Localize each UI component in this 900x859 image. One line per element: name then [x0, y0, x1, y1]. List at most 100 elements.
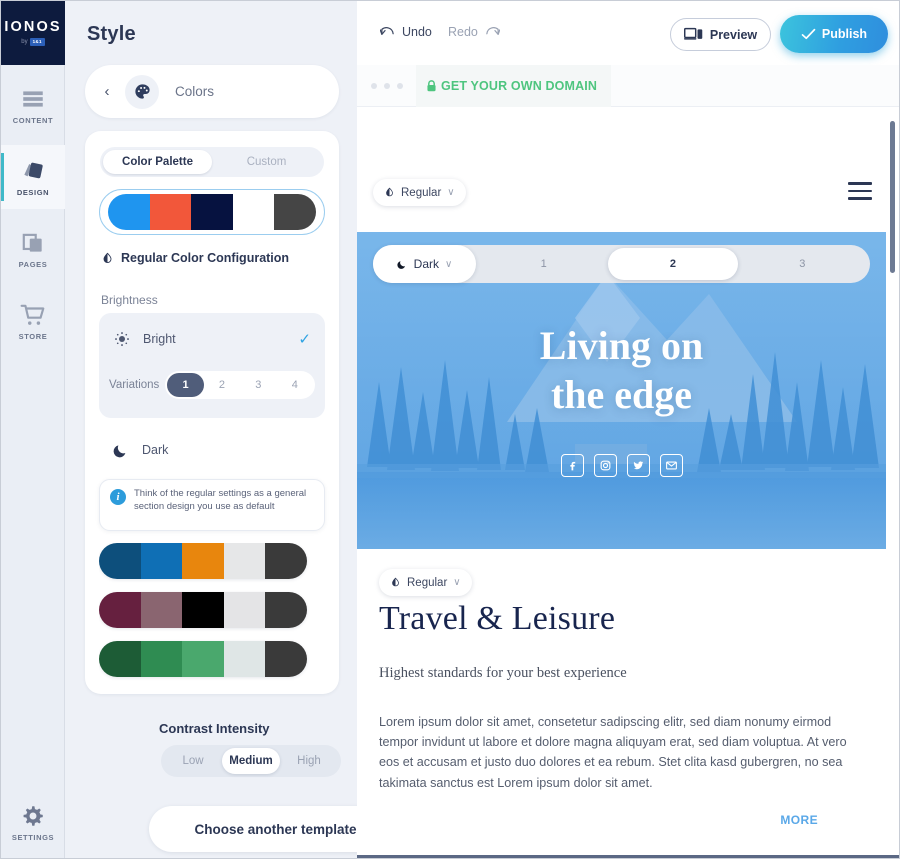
more-link[interactable]: MORE	[379, 813, 864, 827]
hero-variation-1[interactable]: 1	[479, 248, 608, 280]
swatch-4	[265, 592, 307, 628]
colors-card: Color Palette Custom Regular Color Confi…	[85, 131, 339, 694]
left-nav-rail: IONOS by 1&1 CONTENT DESIGN PAGES STORE …	[1, 1, 65, 858]
swatch-row	[108, 194, 316, 230]
nav-mode-label: Regular	[401, 186, 442, 199]
undo-button[interactable]: Undo	[380, 25, 432, 39]
sidebar-item-store[interactable]: STORE	[1, 289, 65, 353]
bottom-divider	[357, 855, 899, 858]
swatch-3	[232, 194, 275, 230]
section-subtitle: Highest standards for your best experien…	[379, 664, 627, 681]
check-icon: ✓	[298, 331, 311, 348]
cart-icon	[20, 304, 45, 325]
variation-option-1[interactable]: 1	[167, 373, 204, 397]
sidebar-item-settings[interactable]: SETTINGS	[1, 790, 65, 854]
variation-option-4[interactable]: 4	[277, 373, 313, 397]
tab-custom[interactable]: Custom	[212, 150, 321, 174]
chevron-down-icon: ∨	[453, 577, 461, 588]
swatch-0	[108, 194, 150, 230]
top-toolbar: Undo Redo Preview Publish	[357, 1, 899, 65]
palette-option-0[interactable]	[99, 543, 307, 579]
preview-button[interactable]: Preview	[670, 18, 771, 51]
chevron-down-icon: ∨	[447, 187, 455, 198]
contrast-intensity-label: Contrast Intensity	[159, 721, 270, 736]
swatch-0	[99, 592, 141, 628]
hamburger-icon[interactable]	[848, 182, 872, 200]
palette-option-2[interactable]	[99, 641, 307, 677]
check-icon	[801, 28, 816, 39]
site-canvas: Regular ∨ Dark ∨ 1 2 3 Living on the edg…	[357, 107, 899, 858]
swatch-1	[140, 543, 183, 579]
preview-scrollbar[interactable]	[890, 121, 895, 273]
hero-variation-tabs: 123	[476, 245, 870, 283]
sidebar-item-label: STORE	[18, 331, 48, 341]
moon-icon	[113, 444, 126, 457]
site-navbar: Regular ∨	[357, 107, 899, 232]
twitter-icon[interactable]	[626, 454, 650, 477]
bright-label: Bright	[143, 332, 176, 346]
sidebar-item-content[interactable]: CONTENT	[1, 73, 65, 137]
chevron-down-icon: ∨	[445, 258, 453, 270]
content-lines-icon	[23, 90, 43, 107]
swatch-4	[265, 543, 307, 579]
sidebar-item-pages[interactable]: PAGES	[1, 217, 65, 281]
pages-icon	[22, 233, 42, 252]
facebook-icon[interactable]	[560, 454, 584, 477]
swatch-3	[223, 641, 266, 677]
brightness-label: Brightness	[101, 293, 158, 307]
undo-label: Undo	[402, 25, 432, 39]
sidebar-item-label: SETTINGS	[11, 832, 55, 842]
contrast-option-medium[interactable]: Medium	[222, 748, 280, 774]
swatch-4	[274, 194, 316, 230]
swatch-2	[182, 543, 224, 579]
variations-pills: 1234	[165, 371, 315, 399]
variation-option-3[interactable]: 3	[240, 373, 276, 397]
get-domain-button[interactable]: GET YOUR OWN DOMAIN	[416, 65, 612, 107]
publish-button[interactable]: Publish	[780, 15, 888, 53]
ionos-logo[interactable]: IONOS by 1&1	[1, 1, 65, 65]
brightness-option-bright[interactable]: Bright ✓	[99, 313, 325, 365]
swatch-2	[182, 592, 224, 628]
variation-option-2[interactable]: 2	[204, 373, 240, 397]
instagram-icon[interactable]	[593, 454, 617, 477]
sidebar-item-label: PAGES	[18, 259, 48, 269]
redo-label: Redo	[448, 25, 478, 39]
swatch-3	[223, 543, 266, 579]
contrast-option-high[interactable]: High	[280, 748, 338, 774]
hero-title-line1: Living on	[539, 323, 704, 368]
page-title: Style	[87, 23, 136, 45]
hero-variation-2[interactable]: 2	[608, 248, 738, 280]
brightness-bright-block: Bright ✓ Variations 1234	[99, 313, 325, 418]
hero-variation-3[interactable]: 3	[738, 248, 867, 280]
logo-badge: 1&1	[29, 37, 45, 46]
gear-icon	[23, 805, 43, 826]
contrast-intensity-tabs: Low Medium High	[161, 745, 341, 777]
swatch-0	[99, 543, 141, 579]
section-body-text: Lorem ipsum dolor sit amet, consetetur s…	[379, 714, 847, 790]
undo-arrow-icon	[380, 26, 394, 35]
brightness-option-dark[interactable]: Dark	[99, 428, 325, 472]
nav-section-mode-pill[interactable]: Regular ∨	[373, 179, 466, 206]
content-section-mode-pill[interactable]: Regular ∨	[379, 569, 472, 596]
device-preview-icon	[683, 27, 703, 40]
variations-label: Variations	[109, 379, 160, 391]
hero-mode-pill[interactable]: Dark ∨	[373, 245, 476, 283]
contrast-option-low[interactable]: Low	[164, 748, 222, 774]
rail-bottom-group: SETTINGS	[1, 790, 65, 854]
browser-dots	[371, 82, 403, 89]
sun-icon	[115, 332, 129, 346]
active-palette-swatch[interactable]	[99, 189, 325, 235]
lock-icon	[427, 79, 436, 91]
palette-option-1[interactable]	[99, 592, 307, 628]
email-icon[interactable]	[659, 454, 683, 477]
contrast-drop-icon	[386, 187, 393, 197]
ionos-website-builder: IONOS by 1&1 CONTENT DESIGN PAGES STORE …	[0, 0, 900, 859]
swatch-2	[182, 641, 224, 677]
redo-button[interactable]: Redo	[448, 25, 500, 39]
swatch-4	[265, 641, 307, 677]
colors-section-header[interactable]: ‹ Colors	[85, 65, 339, 118]
tab-color-palette[interactable]: Color Palette	[103, 150, 212, 174]
sidebar-item-design[interactable]: DESIGN	[1, 145, 65, 209]
back-chevron-icon[interactable]: ‹	[99, 84, 115, 99]
variations-row: Variations 1234	[109, 365, 315, 405]
